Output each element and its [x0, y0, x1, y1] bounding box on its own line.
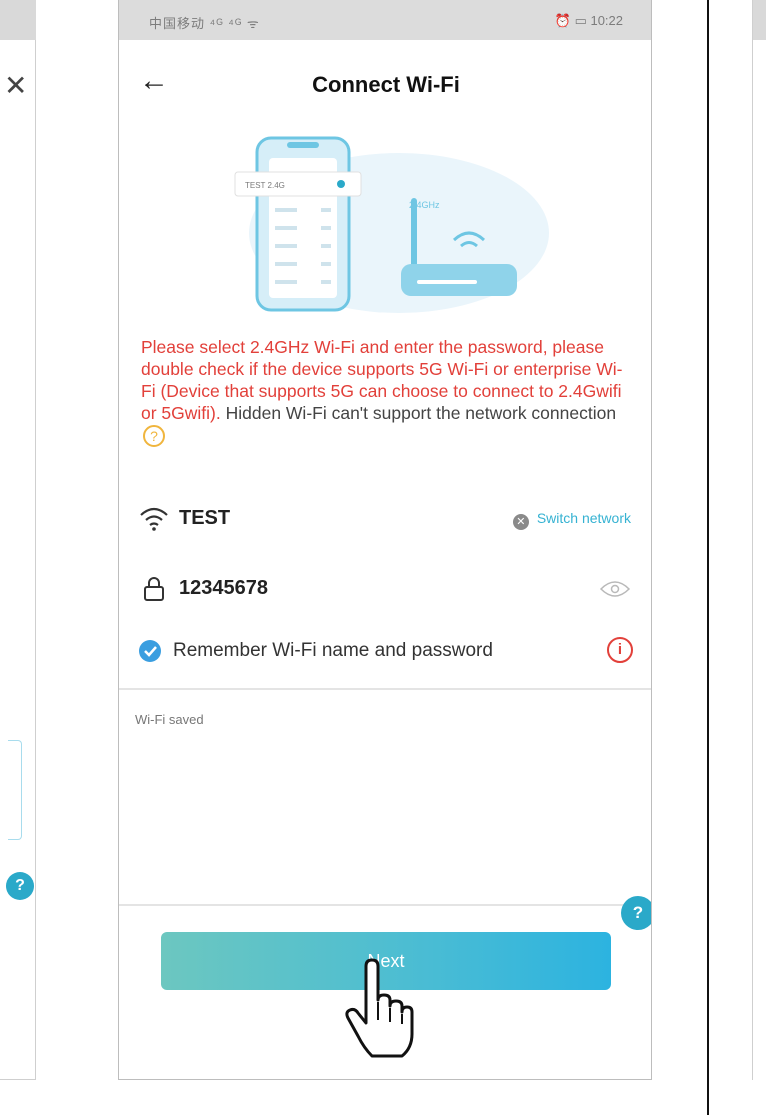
panel-divider — [707, 0, 709, 1115]
clear-icon[interactable]: ✕ — [512, 514, 529, 530]
status-time: ⏰ ▭ 10:22 — [554, 13, 623, 28]
right-status-bar — [753, 0, 766, 40]
remember-wifi-label: Remember Wi-Fi name and password — [173, 640, 493, 661]
wifi-icon — [140, 507, 168, 531]
page-title: Connect Wi-Fi — [312, 72, 460, 97]
left-card-edge — [8, 740, 22, 840]
illustration-wifi-name: TEST 2.4G — [245, 181, 285, 190]
nav-bar: ← Connect Wi-Fi — [119, 62, 651, 112]
switch-network-link[interactable]: ✕ Switch network — [512, 510, 631, 530]
remember-wifi-row[interactable]: Remember Wi-Fi name and password i — [119, 628, 651, 672]
lock-icon — [144, 577, 164, 601]
phone-screen: 中国移动 ⁴ᴳ ⁴ᴳ ᯤ ⏰ ▭ 10:22 ← Connect Wi-Fi T… — [118, 0, 652, 1080]
carrier-signal-text: 中国移动 ⁴ᴳ ⁴ᴳ ᯤ — [149, 16, 260, 31]
wifi-setup-illustration: TEST 2.4G 2.4GHz — [234, 136, 549, 313]
password-value[interactable]: 12345678 — [179, 577, 268, 600]
checkbox-checked-icon[interactable] — [139, 640, 161, 662]
question-help-icon[interactable]: ? — [143, 425, 165, 448]
left-status-bar — [0, 0, 36, 40]
password-row: 12345678 — [119, 564, 651, 614]
instruction-hidden-wifi-text: Hidden Wi-Fi can't support the network c… — [220, 403, 617, 423]
close-icon[interactable]: ✕ — [4, 72, 27, 100]
help-icon[interactable]: ? — [621, 896, 651, 930]
eye-icon[interactable] — [599, 580, 631, 598]
status-bar: 中国移动 ⁴ᴳ ⁴ᴳ ᯤ ⏰ ▭ 10:22 — [119, 0, 651, 40]
info-icon[interactable]: i — [607, 637, 633, 663]
saved-wifi-panel: Wi-Fi saved — [119, 688, 651, 906]
wifi-saved-label: Wi-Fi saved — [135, 712, 204, 727]
wifi-instruction-notice: Please select 2.4GHz Wi-Fi and enter the… — [141, 336, 627, 448]
switch-network-label: Switch network — [536, 510, 631, 526]
left-help-icon[interactable]: ? — [6, 872, 34, 900]
ssid-value[interactable]: TEST — [179, 507, 230, 530]
left-adjacent-screen: ✕ ? — [0, 0, 36, 1080]
right-adjacent-screen — [752, 0, 766, 1080]
hand-pointer-icon — [345, 958, 414, 1058]
ssid-row: TEST ✕ Switch network — [119, 494, 651, 544]
